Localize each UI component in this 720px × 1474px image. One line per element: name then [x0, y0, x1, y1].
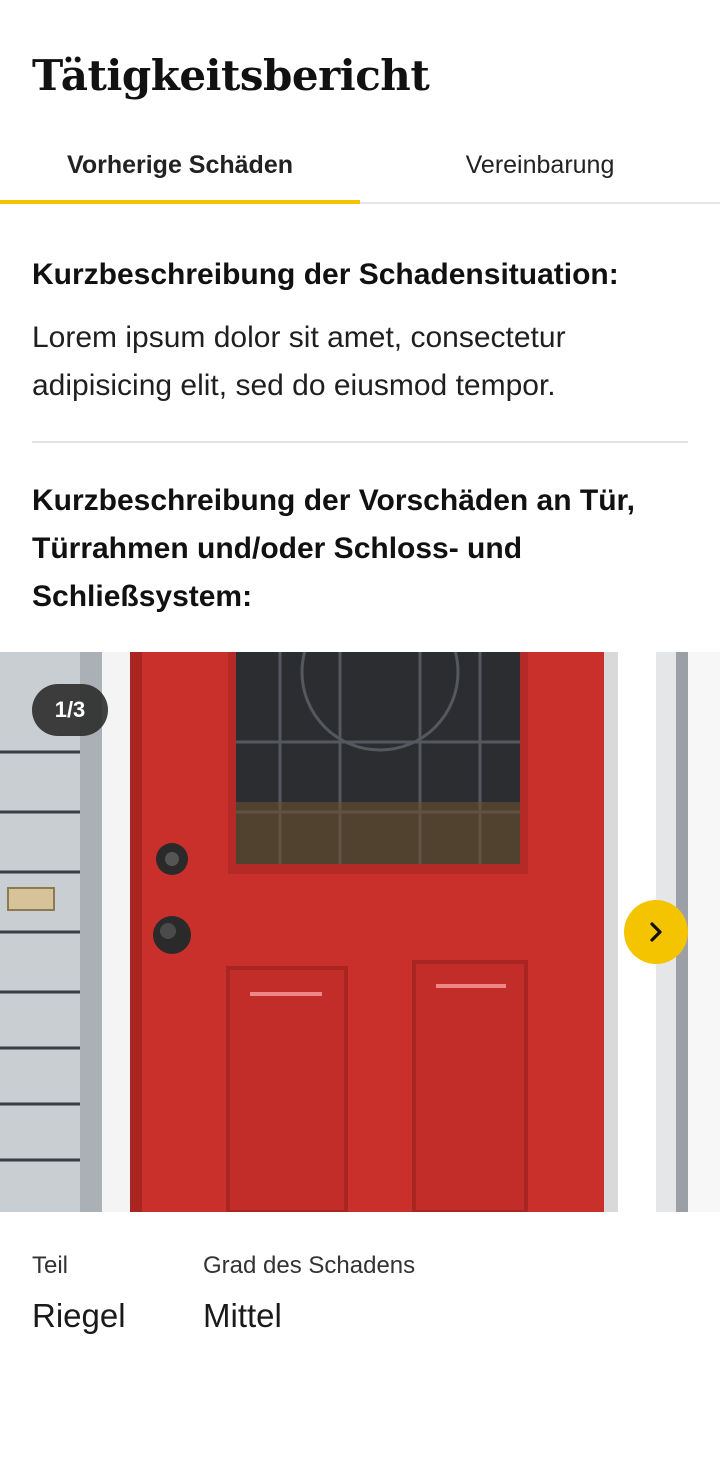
part-label: Teil [32, 1252, 69, 1279]
summary-text: Lorem ipsum dolor sit amet, consectetur … [32, 321, 566, 402]
tab-vorherige-schaeden[interactable]: Vorherige Schäden [0, 128, 360, 204]
divider [32, 441, 688, 443]
tab-label: Vereinbarung [465, 150, 615, 179]
tab-bar: Vorherige Schäden Vereinbarung [0, 128, 720, 204]
part-value: Riegel [32, 1297, 126, 1334]
image-counter: 1/3 [32, 684, 108, 736]
summary-heading: Kurzbeschreibung der Schadensituation: [32, 258, 619, 291]
image-gallery[interactable] [0, 652, 720, 1212]
chevron-right-icon [650, 922, 662, 942]
page-title: Tätigkeitsbericht [32, 51, 430, 100]
damage-degree-label: Grad des Schadens [203, 1252, 416, 1279]
tab-vereinbarung[interactable]: Vereinbarung [360, 128, 720, 202]
next-image-button[interactable] [624, 900, 688, 964]
prior-damage-heading: Kurzbeschreibung der Vorschäden an Tür, … [32, 484, 635, 613]
tab-label: Vorherige Schäden [67, 150, 293, 179]
door-photo [0, 652, 720, 1212]
damage-degree-value: Mittel [203, 1297, 282, 1334]
